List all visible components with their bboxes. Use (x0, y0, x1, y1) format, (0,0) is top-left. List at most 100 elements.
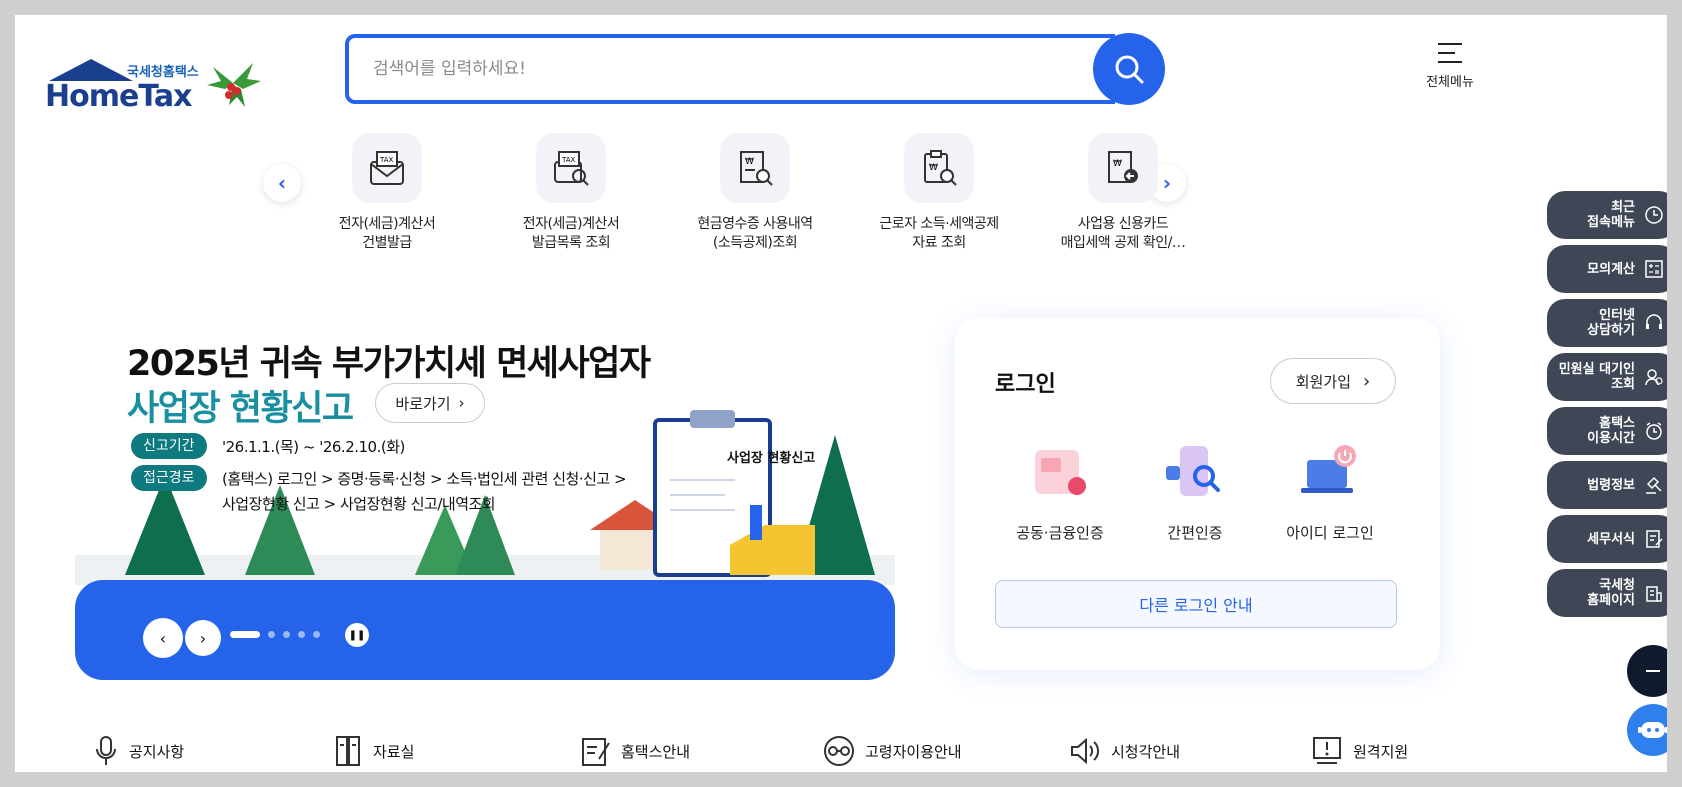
quick-item-worker-deduction[interactable]: ₩ 근로자 소득·세액공제 자료 조회 (849, 133, 1029, 253)
quick-label-line1: 전자(세금)계산서 (338, 216, 436, 232)
svg-text:₩: ₩ (1113, 159, 1122, 169)
link-label: 홈택스안내 (621, 742, 691, 761)
svg-text:₩: ₩ (929, 163, 938, 173)
side-tax-forms[interactable]: 세무서식 (1547, 515, 1667, 563)
page: 국세청홈택스 HomeTax 전체메뉴 ‹ › TAX 전자(세금)계산서건별발… (15, 15, 1667, 772)
search-button[interactable] (1093, 33, 1165, 105)
banner-go-label: 바로가기 (395, 394, 451, 413)
hamburger-icon (1438, 43, 1462, 63)
signup-button[interactable]: 회원가입 › (1270, 358, 1396, 404)
login-card: 로그인 회원가입 › 공동·금융인증 간편인증 아이디 로그인 다른 로그인 안내 (955, 318, 1440, 670)
pagination-dot[interactable] (313, 631, 320, 638)
login-title: 로그인 (995, 372, 1056, 397)
link-label: 공지사항 (129, 742, 185, 761)
pagination-dot[interactable] (230, 631, 260, 638)
side-label-line2: 상담하기 (1587, 323, 1635, 338)
document-edit-icon (1643, 528, 1665, 550)
link-remote-support[interactable]: 원격지원 (1311, 735, 1408, 767)
chatbot-icon (1638, 722, 1667, 738)
side-label-line1: 민원실 대기인 (1558, 362, 1635, 377)
side-label-line1: 세무서식 (1587, 531, 1635, 547)
side-label-line2: 접속메뉴 (1587, 215, 1635, 230)
all-menu-label: 전체메뉴 (1426, 75, 1474, 90)
chevron-right-icon: › (199, 628, 207, 648)
login-option-label: 아이디 로그인 (1286, 524, 1374, 542)
login-option-id[interactable]: 아이디 로그인 (1260, 438, 1400, 543)
svg-text:TAX: TAX (379, 156, 394, 164)
side-label-line1: 모의계산 (1587, 261, 1635, 277)
signup-label: 회원가입 (1295, 372, 1351, 391)
login-option-label: 간편인증 (1167, 524, 1223, 542)
pagination-dot[interactable] (268, 631, 275, 638)
quick-label-line2: 건별발급 (362, 235, 412, 251)
chevron-left-icon: ‹ (159, 628, 167, 648)
receipt-return-icon: ₩ (1088, 133, 1158, 203)
headset-icon (1643, 312, 1665, 334)
laptop-power-icon (1301, 445, 1356, 493)
side-mock-calc[interactable]: 모의계산 (1547, 245, 1667, 293)
login-option-certificate[interactable]: 공동·금융인증 (990, 438, 1130, 543)
certificate-card-icon (1035, 450, 1086, 495)
calculator-icon (1643, 258, 1665, 280)
building-icon (1643, 582, 1665, 604)
login-option-label: 공동·금융인증 (1016, 524, 1104, 542)
pagination-dot[interactable] (298, 631, 305, 638)
main-banner: 2025년 귀속 부가가치세 면세사업자 사업장 현황신고 바로가기 › 신고기간… (75, 285, 895, 685)
side-label-line2: 조회 (1611, 377, 1635, 392)
banner-pagination (230, 631, 320, 638)
link-notice[interactable]: 공지사항 (93, 735, 184, 767)
hometax-logo[interactable]: 국세청홈택스 HomeTax (35, 43, 265, 118)
house-roof-icon (49, 59, 133, 81)
banner-next-button[interactable]: › (185, 620, 221, 656)
all-menu-button[interactable]: 전체메뉴 (1415, 43, 1485, 103)
side-label-line2: 이용시간 (1587, 431, 1635, 446)
path-text-line2: 사업장현황 신고 > 사업장현황 신고/내역조회 (222, 495, 496, 513)
side-waiting-status[interactable]: 민원실 대기인 조회 (1547, 353, 1667, 401)
link-library[interactable]: 자료실 (335, 735, 414, 767)
side-recent-menu[interactable]: 최근 접속메뉴 (1547, 191, 1667, 239)
tax-search-icon: TAX (536, 133, 606, 203)
path-tag: 접근경로 (131, 465, 207, 491)
minus-icon (1646, 670, 1660, 672)
holly-icon (207, 63, 261, 107)
other-login-button[interactable]: 다른 로그인 안내 (995, 580, 1397, 628)
document-pen-icon (582, 738, 610, 766)
chevron-right-icon: › (458, 394, 465, 412)
quick-prev-button[interactable]: ‹ (263, 164, 301, 202)
banner-pause-button[interactable]: ❚❚ (345, 623, 369, 647)
login-option-simple[interactable]: 간편인증 (1125, 438, 1265, 543)
pagination-dot[interactable] (283, 631, 290, 638)
side-online-consult[interactable]: 인터넷 상담하기 (1547, 299, 1667, 347)
link-label: 자료실 (373, 742, 415, 761)
side-label-line1: 법령정보 (1587, 477, 1635, 493)
search-input[interactable] (349, 38, 1029, 100)
chatbot-button[interactable] (1627, 704, 1667, 756)
side-label-line1: 인터넷 (1599, 308, 1635, 323)
side-law-info[interactable]: 법령정보 (1547, 461, 1667, 509)
side-nts-homepage[interactable]: 국세청 홈페이지 (1547, 569, 1667, 617)
banner-go-button[interactable]: 바로가기 › (375, 383, 485, 423)
banner-prev-button[interactable]: ‹ (145, 620, 181, 656)
link-hometax-guide[interactable]: 홈택스안내 (581, 735, 690, 767)
logo-subtitle: 국세청홈택스 (127, 65, 199, 80)
period-tag: 신고기간 (131, 433, 207, 459)
pause-icon: ❚❚ (348, 629, 366, 641)
person-search-icon (1643, 366, 1665, 388)
collapse-side-button[interactable] (1627, 645, 1667, 697)
link-senior-guide[interactable]: 고령자이용안내 (823, 735, 962, 767)
quick-item-business-card[interactable]: ₩ 사업용 신용카드 매입세액 공제 확인/… (1033, 133, 1213, 253)
microphone-icon (96, 736, 116, 765)
quick-item-invoice-list[interactable]: TAX 전자(세금)계산서 발급목록 조회 (481, 133, 661, 253)
side-service-hours[interactable]: 홈택스 이용시간 (1547, 407, 1667, 455)
senior-glasses-icon (824, 736, 854, 766)
quick-item-invoice-issue[interactable]: TAX 전자(세금)계산서건별발급 (297, 133, 477, 253)
quick-label-line1: 현금영수증 사용내역 (697, 216, 813, 232)
logo-title: HomeTax (45, 79, 193, 114)
link-label: 고령자이용안내 (865, 742, 962, 761)
link-audiovisual-guide[interactable]: 시청각안내 (1069, 735, 1180, 767)
quick-item-cash-receipt[interactable]: ₩ 현금영수증 사용내역 (소득공제)조회 (665, 133, 845, 253)
alarm-clock-icon (1643, 420, 1665, 442)
svg-text:TAX: TAX (561, 156, 576, 164)
search-box (345, 34, 1115, 104)
chevron-right-icon: › (1363, 370, 1371, 392)
